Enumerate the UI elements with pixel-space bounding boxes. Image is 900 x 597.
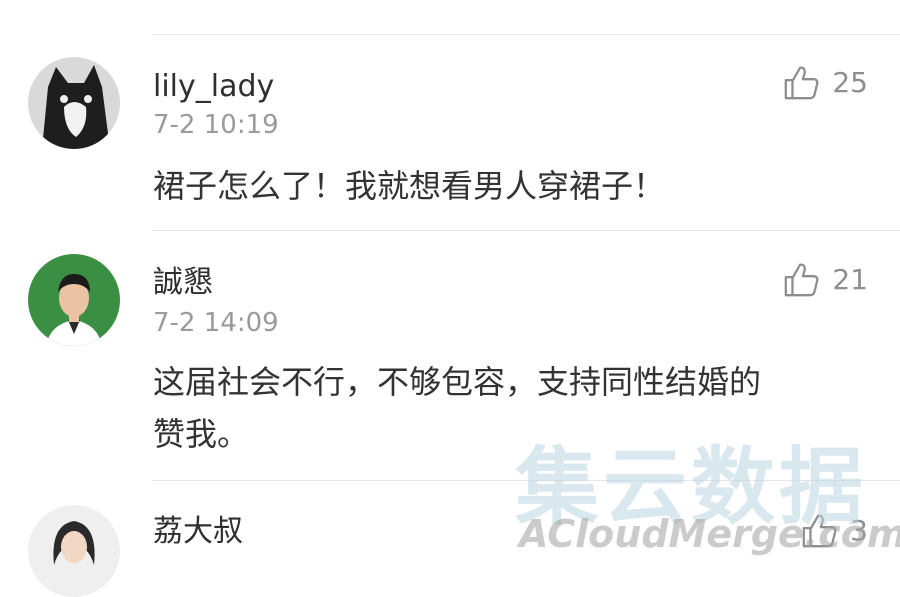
like-count: 3 xyxy=(850,514,868,547)
comment-text-line: 这届社会不行，不够包容，支持同性结婚的 xyxy=(153,363,762,401)
like-count: 25 xyxy=(832,66,868,99)
avatar[interactable] xyxy=(28,57,120,149)
username[interactable]: 誠懇 xyxy=(153,268,213,298)
comment-divider xyxy=(152,230,900,231)
thumbs-up-icon xyxy=(785,263,819,297)
comment-divider xyxy=(152,480,900,481)
like-button[interactable]: 21 xyxy=(782,261,868,299)
avatar[interactable] xyxy=(28,254,120,346)
thumbs-up-icon xyxy=(785,66,819,100)
comment-time: 7-2 10:19 xyxy=(153,110,279,140)
like-button[interactable]: 3 xyxy=(800,512,868,550)
comment-divider xyxy=(152,34,900,35)
comment-text: 裙子怎么了！我就想看男人穿裙子！ xyxy=(153,167,666,205)
thumbs-up-icon xyxy=(802,514,837,548)
comment-text-line: 赞我。 xyxy=(153,415,250,453)
previous-comment-text-fragment: ······ xyxy=(152,0,209,13)
like-count: 21 xyxy=(832,263,868,296)
avatar[interactable] xyxy=(28,505,120,597)
comment-time: 7-2 14:09 xyxy=(153,308,279,338)
username[interactable]: lily_lady xyxy=(153,72,274,102)
like-button[interactable]: 25 xyxy=(782,64,868,102)
comment-text: 这届社会不行，不够包容，支持同性结婚的 赞我。 xyxy=(153,356,853,460)
username[interactable]: 荔大叔 xyxy=(153,517,243,547)
